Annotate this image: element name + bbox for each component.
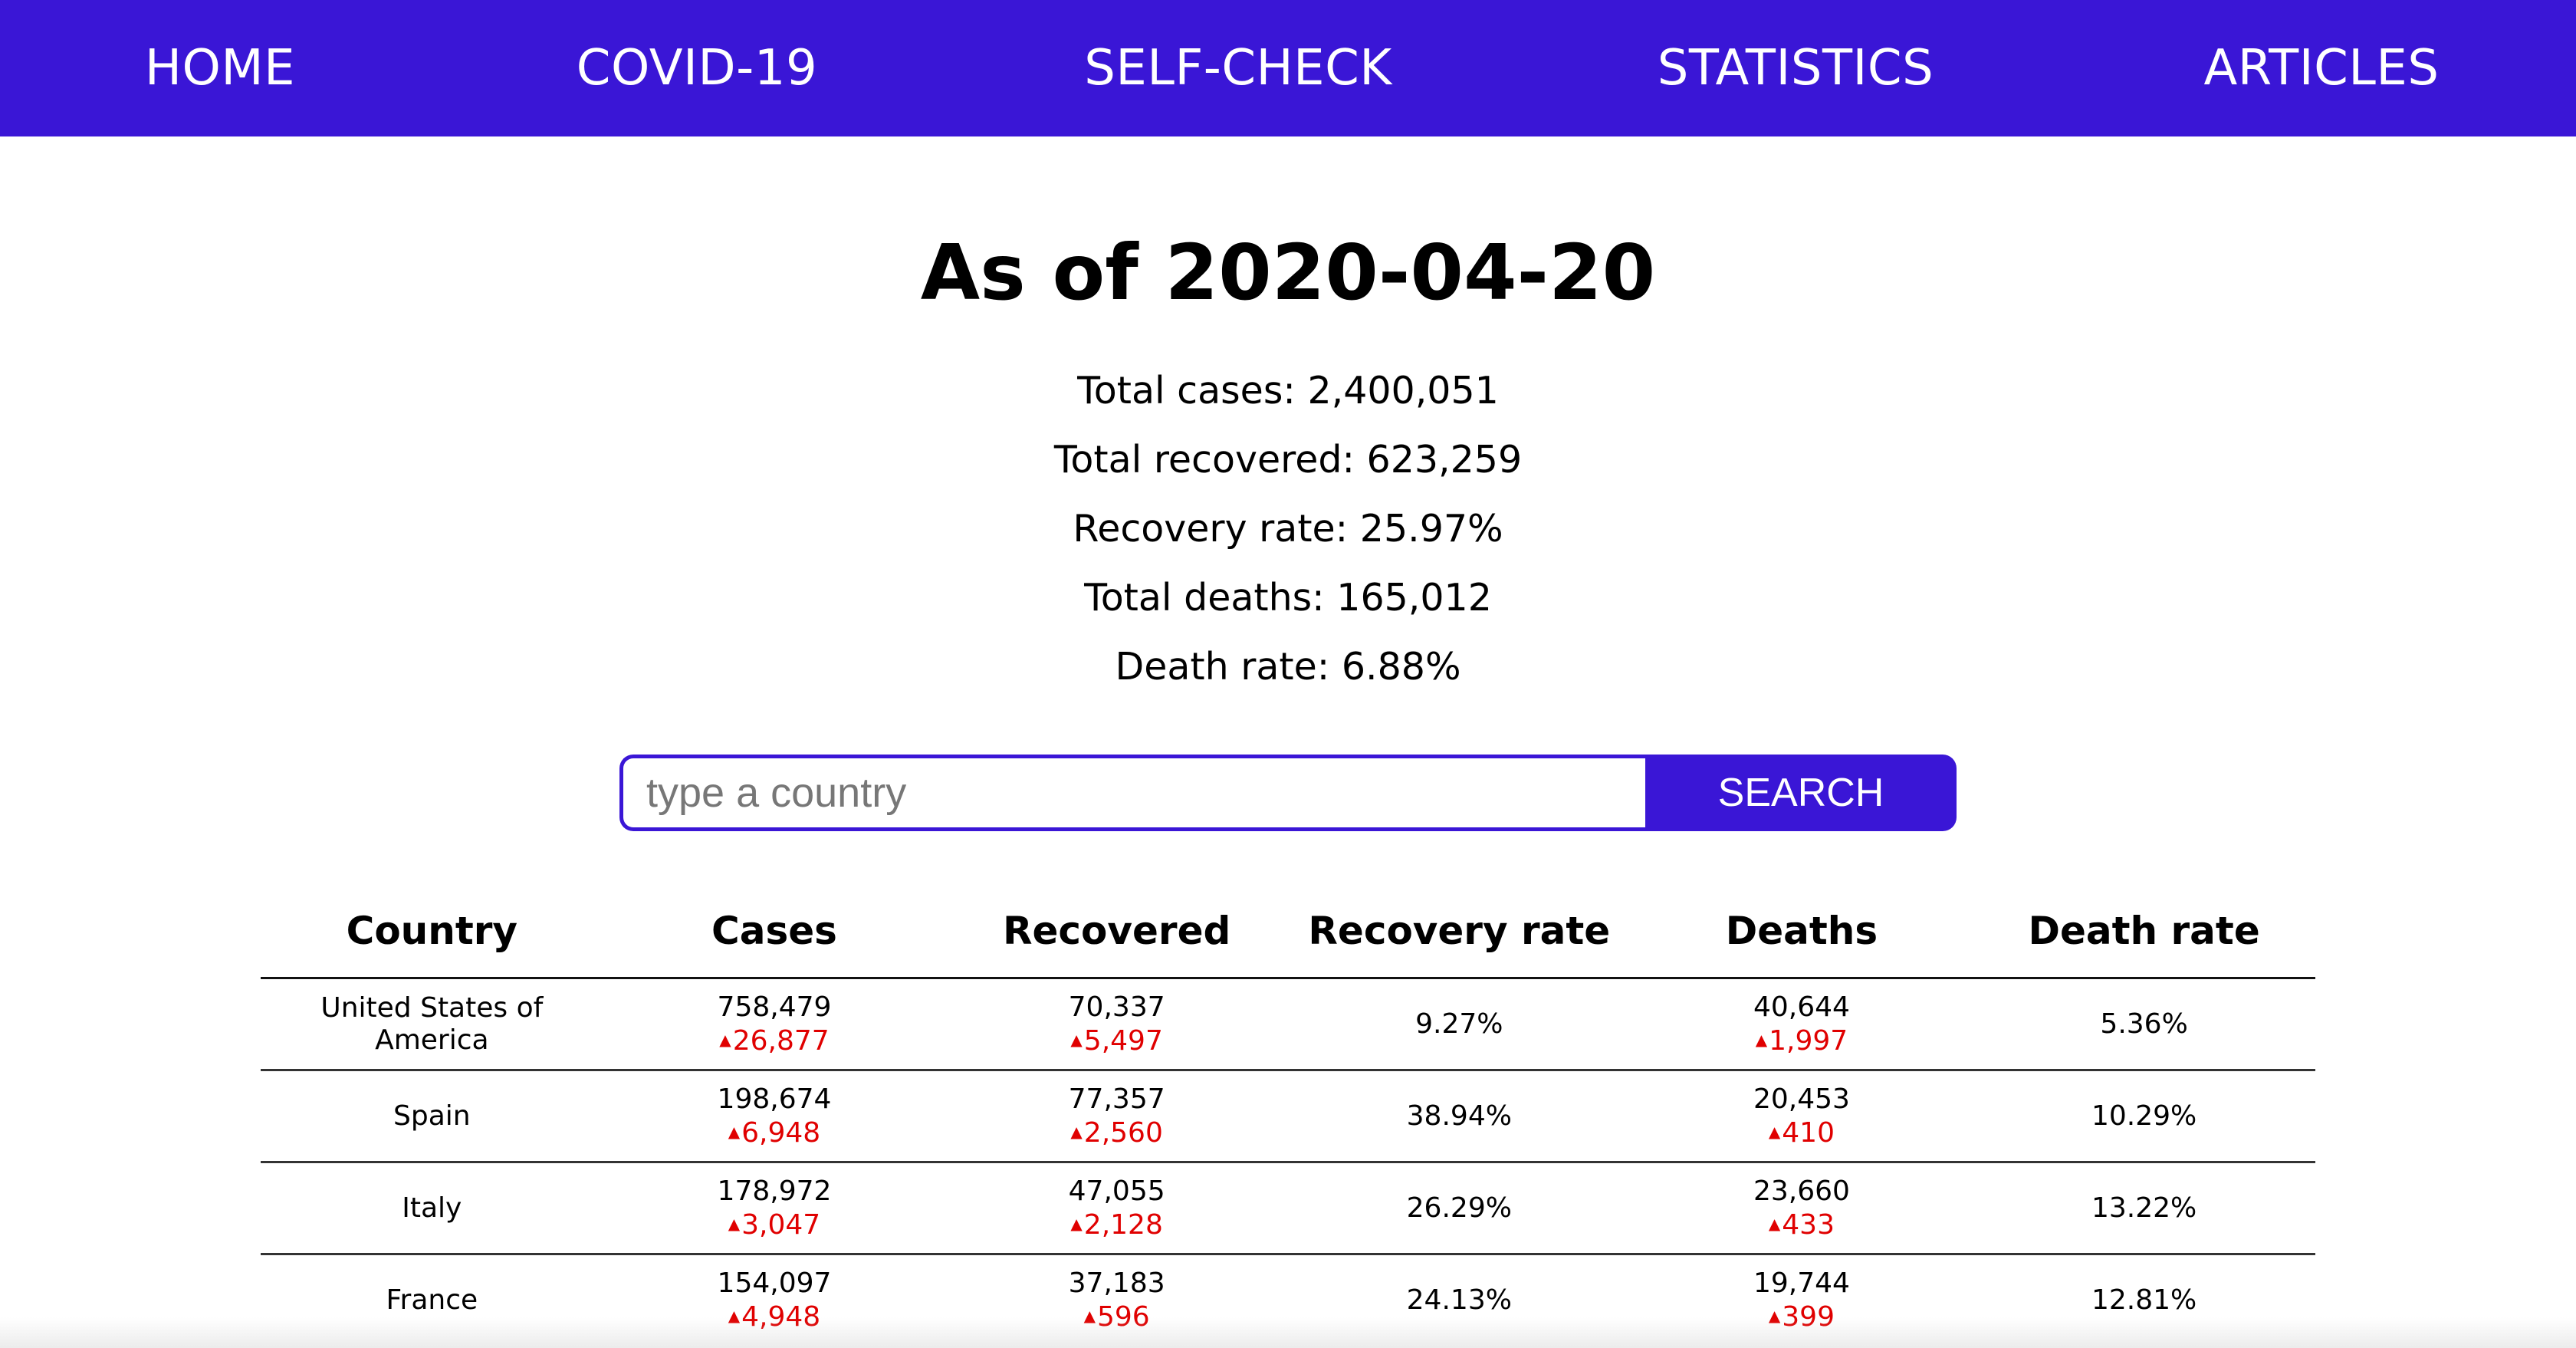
recovered-value: 70,337 xyxy=(1068,991,1165,1023)
country-name: France xyxy=(386,1284,478,1316)
triangle-up-icon: ▲ xyxy=(728,1122,741,1141)
column-header-deaths[interactable]: Deaths xyxy=(1631,882,1973,977)
deaths-value: 40,644 xyxy=(1753,991,1850,1023)
column-header-death-rate[interactable]: Death rate xyxy=(1973,882,2315,977)
page-title: As of 2020-04-20 xyxy=(920,228,1656,317)
deaths-delta-value: 399 xyxy=(1782,1300,1835,1333)
recovered-value: 37,183 xyxy=(1068,1267,1165,1299)
nav-self-check[interactable]: SELF-CHECK xyxy=(1084,0,1392,136)
deaths-delta-value: 410 xyxy=(1782,1116,1835,1149)
country-name: United States of America xyxy=(320,991,544,1056)
recovered-value: 47,055 xyxy=(1068,1175,1165,1207)
triangle-up-icon: ▲ xyxy=(1768,1122,1781,1141)
total-recovered: Total recovered: 623,259 xyxy=(1053,438,1523,482)
deaths-value: 20,453 xyxy=(1753,1083,1850,1115)
table-header: Country Cases Recovered Recovery rate De… xyxy=(261,882,2315,979)
recovery-rate-value: 24.13% xyxy=(1406,1284,1512,1316)
nav-statistics[interactable]: STATISTICS xyxy=(1658,0,1934,136)
deaths-delta-value: 1,997 xyxy=(1769,1024,1848,1057)
table-row: France 154,097 ▲4,948 37,183 ▲596 24.13%… xyxy=(261,1255,2315,1345)
death-rate-value: 12.81% xyxy=(2091,1284,2197,1316)
recovered-delta: ▲2,128 xyxy=(1070,1208,1162,1241)
cases-delta: ▲6,948 xyxy=(728,1116,820,1149)
cases-value: 154,097 xyxy=(717,1267,832,1299)
column-header-recovered[interactable]: Recovered xyxy=(945,882,1288,977)
cases-delta-value: 3,047 xyxy=(741,1208,821,1241)
deaths-delta: ▲1,997 xyxy=(1756,1024,1848,1057)
recovery-rate-value: 9.27% xyxy=(1415,1008,1503,1040)
triangle-up-icon: ▲ xyxy=(1768,1214,1781,1233)
cases-delta: ▲26,877 xyxy=(719,1024,829,1057)
recovered-delta: ▲596 xyxy=(1084,1300,1150,1333)
global-stats: Total cases: 2,400,051 Total recovered: … xyxy=(0,368,2576,713)
deaths-delta-value: 433 xyxy=(1782,1208,1835,1241)
deaths-value: 19,744 xyxy=(1753,1267,1850,1299)
death-rate-value: 5.36% xyxy=(2100,1008,2188,1040)
cases-delta-value: 6,948 xyxy=(741,1116,821,1149)
cases-value: 758,479 xyxy=(717,991,832,1023)
recovery-rate-value: 26.29% xyxy=(1406,1192,1512,1224)
country-name: Spain xyxy=(393,1100,471,1132)
triangle-up-icon: ▲ xyxy=(1070,1214,1083,1233)
death-rate: Death rate: 6.88% xyxy=(1115,645,1461,689)
triangle-up-icon: ▲ xyxy=(1755,1030,1768,1049)
cases-value: 178,972 xyxy=(717,1175,832,1207)
total-cases: Total cases: 2,400,051 xyxy=(1077,369,1499,413)
cases-delta-value: 26,877 xyxy=(732,1024,830,1057)
nav-home[interactable]: HOME xyxy=(145,0,295,136)
top-nav: HOME COVID-19 SELF-CHECK STATISTICS ARTI… xyxy=(0,0,2576,136)
deaths-delta: ▲410 xyxy=(1769,1116,1835,1149)
search-button[interactable]: SEARCH xyxy=(1645,755,1957,831)
triangle-up-icon: ▲ xyxy=(1083,1306,1096,1325)
recovered-delta-value: 2,560 xyxy=(1083,1116,1163,1149)
triangle-up-icon: ▲ xyxy=(1768,1306,1781,1325)
cases-value: 198,674 xyxy=(717,1083,832,1115)
country-name: Italy xyxy=(402,1192,462,1224)
cases-delta-value: 4,948 xyxy=(741,1300,821,1333)
nav-articles[interactable]: ARTICLES xyxy=(2204,0,2440,136)
country-search-input[interactable] xyxy=(619,755,1650,831)
recovery-rate-value: 38.94% xyxy=(1406,1100,1512,1132)
recovered-delta: ▲5,497 xyxy=(1070,1024,1162,1057)
recovered-delta-value: 5,497 xyxy=(1083,1024,1163,1057)
nav-covid-19[interactable]: COVID-19 xyxy=(577,0,817,136)
table-row: Spain 198,674 ▲6,948 77,357 ▲2,560 38.94… xyxy=(261,1071,2315,1163)
table-row: Italy 178,972 ▲3,047 47,055 ▲2,128 26.29… xyxy=(261,1163,2315,1255)
recovered-value: 77,357 xyxy=(1068,1083,1165,1115)
column-header-recovery-rate[interactable]: Recovery rate xyxy=(1288,882,1631,977)
triangle-up-icon: ▲ xyxy=(728,1214,741,1233)
death-rate-value: 10.29% xyxy=(2091,1100,2197,1132)
column-header-country[interactable]: Country xyxy=(261,882,603,977)
recovered-delta-value: 2,128 xyxy=(1083,1208,1163,1241)
total-deaths: Total deaths: 165,012 xyxy=(1084,576,1492,620)
deaths-delta: ▲399 xyxy=(1769,1300,1835,1333)
cases-delta: ▲4,948 xyxy=(728,1300,820,1333)
deaths-delta: ▲433 xyxy=(1769,1208,1835,1241)
recovered-delta-value: 596 xyxy=(1096,1300,1150,1333)
triangle-up-icon: ▲ xyxy=(1070,1030,1083,1049)
cases-delta: ▲3,047 xyxy=(728,1208,820,1241)
triangle-up-icon: ▲ xyxy=(719,1030,731,1049)
deaths-value: 23,660 xyxy=(1753,1175,1850,1207)
column-header-cases[interactable]: Cases xyxy=(603,882,946,977)
table-row: United States of America 758,479 ▲26,877… xyxy=(261,979,2315,1071)
country-stats-table: Country Cases Recovered Recovery rate De… xyxy=(261,882,2315,1345)
triangle-up-icon: ▲ xyxy=(728,1306,741,1325)
recovered-delta: ▲2,560 xyxy=(1070,1116,1162,1149)
recovery-rate: Recovery rate: 25.97% xyxy=(1073,507,1503,551)
triangle-up-icon: ▲ xyxy=(1070,1122,1083,1141)
death-rate-value: 13.22% xyxy=(2091,1192,2197,1224)
